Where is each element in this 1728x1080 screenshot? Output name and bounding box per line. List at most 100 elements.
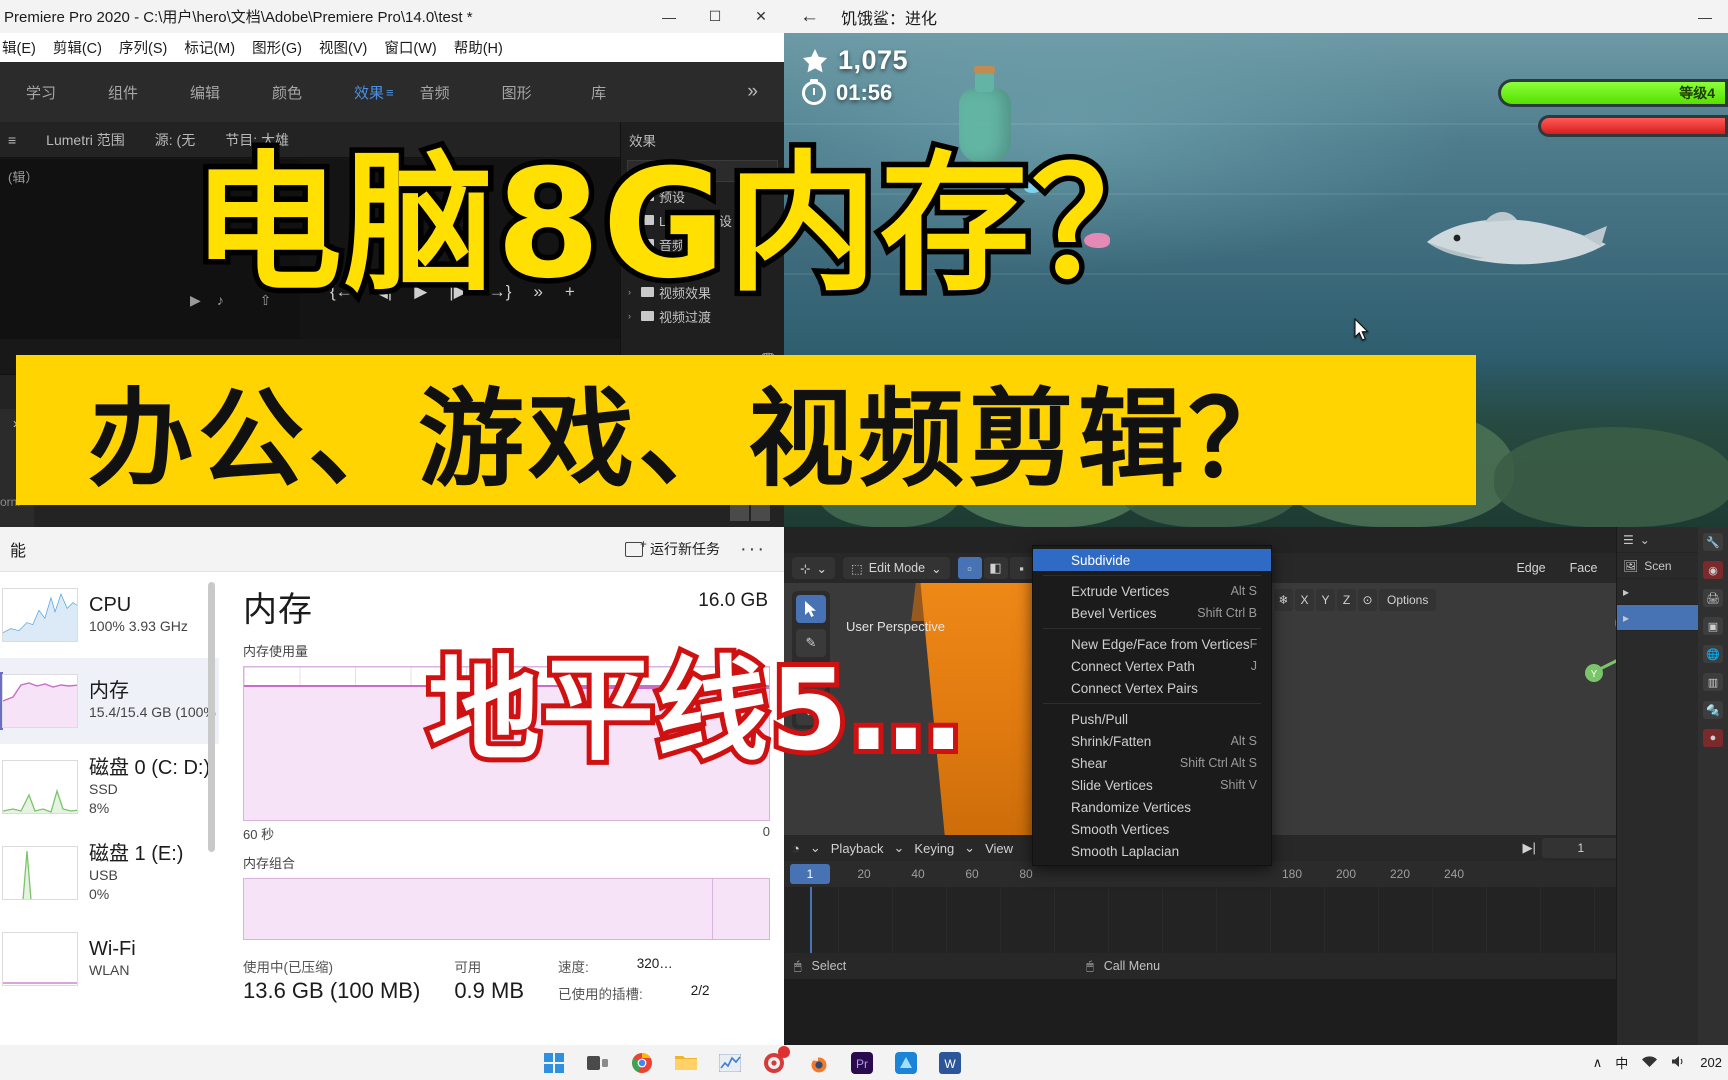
ruler-tick: 20 <box>857 867 871 881</box>
sidebar-item-disk0[interactable]: 磁盘 0 (C: D:) SSD 8% <box>0 744 219 830</box>
workspace-tab-assembly[interactable]: 组件 <box>82 82 164 103</box>
back-arrow-icon[interactable]: ← <box>800 6 819 28</box>
object-properties-icon[interactable]: ▥ <box>1703 673 1723 691</box>
blender-icon[interactable] <box>804 1049 832 1077</box>
material-properties-icon[interactable]: ● <box>1703 729 1723 747</box>
playhead[interactable] <box>810 887 812 953</box>
snap-icon[interactable]: ❄ <box>1274 589 1293 611</box>
task-view-icon[interactable] <box>584 1049 612 1077</box>
premiere-icon[interactable]: Pr <box>848 1049 876 1077</box>
menu-item-sequence[interactable]: 序列(S) <box>119 37 167 58</box>
tray-chevron-icon[interactable]: ∧ <box>1593 1055 1603 1071</box>
menu-playback[interactable]: Playback <box>831 841 884 856</box>
scene-icon: 🖼 <box>1623 558 1639 573</box>
workspace-tab-graphics[interactable]: 图形 <box>476 82 558 103</box>
menu-keying[interactable]: Keying <box>914 841 954 856</box>
tool-properties-icon[interactable]: 🔧 <box>1703 533 1723 551</box>
menu-item-edit[interactable]: 辑(E) <box>2 37 36 58</box>
menu-item-label: Extrude Vertices <box>1071 583 1170 599</box>
clock-date[interactable]: 202 <box>1700 1055 1722 1070</box>
menu-item-connect-vertex-pairs[interactable]: Connect Vertex Pairs <box>1033 677 1271 699</box>
axis-y-button[interactable]: Y <box>1316 589 1335 611</box>
sidebar-item-cpu[interactable]: CPU 100% 3.93 GHz <box>0 572 219 658</box>
minimize-button[interactable]: — <box>1682 9 1728 25</box>
volume-icon[interactable] <box>1671 1055 1687 1071</box>
wifi-icon[interactable] <box>1641 1055 1658 1071</box>
menu-item-subdivide[interactable]: Subdivide <box>1033 549 1271 571</box>
workspace-tab-learn[interactable]: 学习 <box>0 82 82 103</box>
current-frame-indicator[interactable]: 1 <box>790 864 830 884</box>
scene-properties-icon[interactable]: ▣ <box>1703 617 1723 635</box>
close-button[interactable]: ✕ <box>738 0 784 33</box>
sidebar-item-wifi[interactable]: Wi-Fi WLAN <box>0 916 219 1002</box>
blender-timeline-track[interactable] <box>784 887 1728 953</box>
menu-item-help[interactable]: 帮助(H) <box>454 37 503 58</box>
menu-item-connect-vertex-path[interactable]: Connect Vertex Path J <box>1033 655 1271 677</box>
menu-item-smooth-vertices[interactable]: Smooth Vertices <box>1033 818 1271 840</box>
start-icon[interactable] <box>540 1049 568 1077</box>
maximize-button[interactable]: ☐ <box>692 0 738 33</box>
menu-item-marker[interactable]: 标记(M) <box>184 37 235 58</box>
menu-item-window[interactable]: 窗口(W) <box>384 37 436 58</box>
vertex-select-icon[interactable]: ▫ <box>957 557 982 579</box>
menu-item-push-pull[interactable]: Push/Pull <box>1033 708 1271 730</box>
sidebar-item-disk1[interactable]: 磁盘 1 (E:) USB 0% <box>0 830 219 916</box>
workspace-menu-icon[interactable]: ≡ <box>386 85 394 100</box>
panel-menu-icon[interactable]: ≡ <box>8 132 16 148</box>
menu-view[interactable]: View <box>985 841 1013 856</box>
game-icon[interactable] <box>760 1045 790 1077</box>
menu-edge[interactable]: Edge <box>1508 557 1553 579</box>
menu-item-slide-vertices[interactable]: Slide Vertices Shift V <box>1033 774 1271 796</box>
game-title-bar: ← 饥饿鲨：进化 — <box>784 0 1728 33</box>
modifier-properties-icon[interactable]: 🔩 <box>1703 701 1723 719</box>
menu-item-randomize-vertices[interactable]: Randomize Vertices <box>1033 796 1271 818</box>
workspace-tab-color[interactable]: 颜色 <box>246 82 328 103</box>
face-select-icon[interactable]: ▪ <box>1009 557 1034 579</box>
task-manager-tab-performance[interactable]: 能 <box>10 537 26 561</box>
app-icon[interactable] <box>892 1049 920 1077</box>
editor-type-button[interactable]: ⊹ ⌄ <box>792 557 835 579</box>
world-properties-icon[interactable]: 🌐 <box>1703 645 1723 663</box>
ruler-tick: 200 <box>1335 867 1357 881</box>
workspace-tab-audio[interactable]: 音频 <box>394 82 476 103</box>
menu-divider <box>1043 628 1261 629</box>
chrome-icon[interactable] <box>628 1049 656 1077</box>
file-explorer-icon[interactable] <box>672 1049 700 1077</box>
mode-selector-button[interactable]: ⬚ Edit Mode ⌄ <box>842 557 950 579</box>
menu-item-shrink-fatten[interactable]: Shrink/Fatten Alt S <box>1033 730 1271 752</box>
tweak-tool-icon[interactable] <box>796 595 826 623</box>
workspace-overflow-icon[interactable]: » <box>747 81 784 103</box>
axis-x-button[interactable]: X <box>1295 589 1314 611</box>
tab-lumetri-scopes[interactable]: Lumetri 范围 <box>46 130 125 150</box>
axis-z-button[interactable]: Z <box>1337 589 1356 611</box>
minimize-button[interactable]: — <box>646 0 692 33</box>
axis-left-label: 60 秒 <box>243 827 275 842</box>
options-button[interactable]: Options <box>1379 589 1437 611</box>
edge-select-icon[interactable]: ◧ <box>983 557 1008 579</box>
menu-item-new-edge-face[interactable]: New Edge/Face from Vertices F <box>1033 633 1271 655</box>
more-options-icon[interactable]: ··· <box>740 538 774 561</box>
ime-indicator[interactable]: 中 <box>1615 1053 1628 1072</box>
sidebar-scrollbar[interactable] <box>208 582 215 852</box>
menu-item-shear[interactable]: Shear Shift Ctrl Alt S <box>1033 752 1271 774</box>
workspace-tab-libraries[interactable]: 库 <box>558 82 640 103</box>
menu-item-graphics[interactable]: 图形(G) <box>252 37 302 58</box>
menu-item-extrude-vertices[interactable]: Extrude Vertices Alt S <box>1033 580 1271 602</box>
task-manager-icon[interactable] <box>716 1049 744 1077</box>
sidebar-item-memory[interactable]: 内存 15.4/15.4 GB (100% <box>0 658 219 744</box>
menu-face[interactable]: Face <box>1562 557 1606 579</box>
run-new-task-button[interactable]: 运行新任务 <box>625 537 720 559</box>
jump-end-icon[interactable]: ▶| <box>1522 840 1535 856</box>
output-properties-icon[interactable]: 🖨 <box>1703 589 1723 607</box>
timeline-editor-icon[interactable]: ◔ <box>792 841 800 856</box>
proportional-edit-icon[interactable]: ⊙ <box>1358 589 1377 611</box>
tab-source-monitor[interactable]: 源: (无 <box>155 130 195 150</box>
render-properties-icon[interactable]: ◉ <box>1703 561 1723 579</box>
menu-item-bevel-vertices[interactable]: Bevel Vertices Shift Ctrl B <box>1033 602 1271 624</box>
frame-number-field[interactable]: 1 <box>1541 838 1620 858</box>
word-icon[interactable]: W <box>936 1049 964 1077</box>
workspace-tab-editing[interactable]: 编辑 <box>164 82 246 103</box>
menu-item-clip[interactable]: 剪辑(C) <box>53 37 102 58</box>
menu-item-view[interactable]: 视图(V) <box>319 37 367 58</box>
menu-item-smooth-laplacian[interactable]: Smooth Laplacian <box>1033 840 1271 862</box>
